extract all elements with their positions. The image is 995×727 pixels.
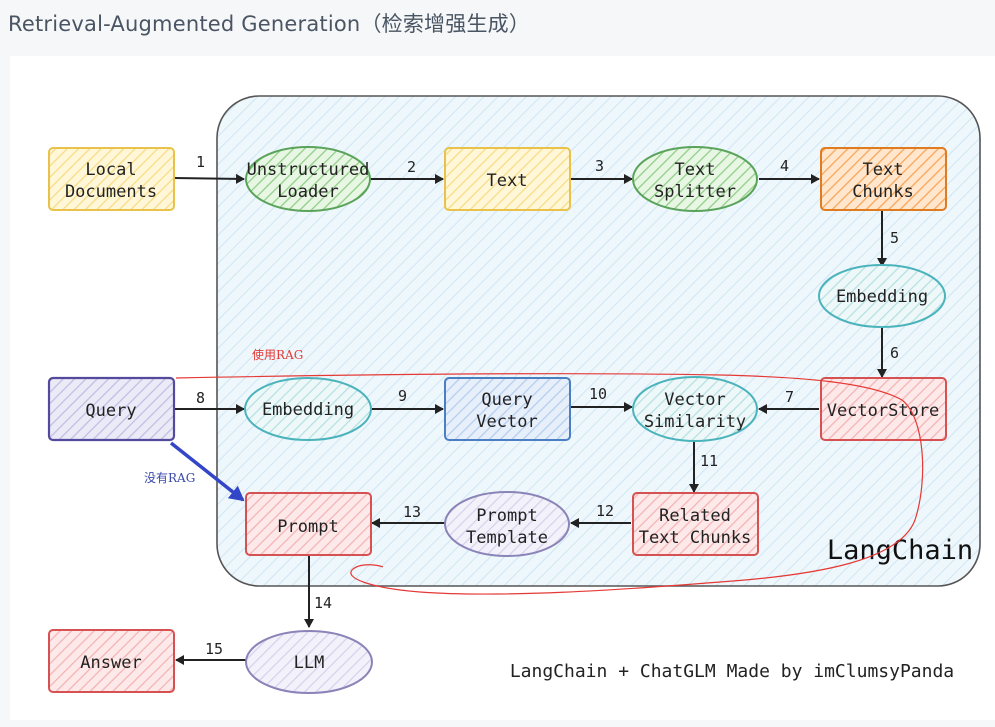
with-rag-label: 使用RAG <box>252 347 303 362</box>
node-text-chunks: Text Chunks <box>820 147 947 211</box>
node-related-text-chunks-line2: Text Chunks <box>639 528 752 548</box>
node-query-vector-line2: Vector <box>476 412 537 432</box>
node-unstructured-loader: Unstructured Loader <box>245 146 371 212</box>
node-vector-similarity-line1: Vector <box>664 390 725 410</box>
page-title: Retrieval-Augmented Generation（检索增强生成） <box>8 12 531 36</box>
rag-diagram: LangChain 1 2 3 4 5 6 7 8 9 10 11 12 13 … <box>47 95 981 694</box>
step-8: 8 <box>196 389 205 407</box>
node-embedding-query: Embedding <box>244 377 372 441</box>
step-3: 3 <box>595 157 604 175</box>
node-llm-label: LLM <box>294 653 325 673</box>
node-related-text-chunks: Related Text Chunks <box>632 492 759 556</box>
node-text-splitter-line1: Text <box>675 160 716 180</box>
diagram-credit: LangChain + ChatGLM Made by imClumsyPand… <box>510 661 954 682</box>
step-10: 10 <box>589 385 607 403</box>
node-related-text-chunks-line1: Related <box>659 506 731 526</box>
node-vectorstore-label: VectorStore <box>827 401 940 421</box>
node-text-chunks-line2: Chunks <box>852 182 913 202</box>
step-6: 6 <box>890 344 899 362</box>
node-vector-similarity-line2: Similarity <box>644 412 746 432</box>
node-vector-similarity: Vector Similarity <box>632 376 758 442</box>
node-query-label: Query <box>85 401 136 421</box>
node-text-splitter: Text Splitter <box>632 146 758 212</box>
node-query: Query <box>47 376 176 442</box>
node-query-vector-line1: Query <box>481 390 532 410</box>
step-7: 7 <box>785 388 794 406</box>
node-unstructured-loader-line2: Loader <box>277 182 338 202</box>
node-embedding-top: Embedding <box>818 264 946 328</box>
diagram-canvas: LangChain 1 2 3 4 5 6 7 8 9 10 11 12 13 … <box>10 56 995 720</box>
node-answer: Answer <box>48 629 175 693</box>
node-local-documents-line2: Documents <box>65 182 157 202</box>
step-4: 4 <box>780 157 789 175</box>
node-unstructured-loader-line1: Unstructured <box>247 160 370 180</box>
node-text-label: Text <box>487 171 528 191</box>
node-prompt-template: Prompt Template <box>444 491 570 557</box>
step-9: 9 <box>398 387 407 405</box>
node-text-chunks-line1: Text <box>863 160 904 180</box>
node-embedding-query-label: Embedding <box>262 400 354 420</box>
arrow-1 <box>173 173 245 184</box>
node-vectorstore: VectorStore <box>820 377 947 441</box>
node-llm: LLM <box>245 630 373 694</box>
node-query-vector: Query Vector <box>444 377 571 441</box>
node-local-documents: Local Documents <box>48 147 175 211</box>
node-embedding-top-label: Embedding <box>836 287 928 307</box>
node-prompt: Prompt <box>245 492 372 556</box>
step-12: 12 <box>596 502 614 520</box>
step-15: 15 <box>205 640 223 658</box>
node-prompt-template-line1: Prompt <box>476 506 537 526</box>
step-13: 13 <box>403 503 421 521</box>
step-1: 1 <box>196 153 205 171</box>
node-answer-label: Answer <box>80 653 141 673</box>
node-text: Text <box>444 147 571 211</box>
step-14: 14 <box>314 594 332 612</box>
node-text-splitter-line2: Splitter <box>654 182 736 202</box>
step-2: 2 <box>407 158 416 176</box>
step-11: 11 <box>700 452 718 470</box>
node-prompt-template-line2: Template <box>466 528 548 548</box>
without-rag-label: 没有RAG <box>144 470 195 485</box>
node-prompt-label: Prompt <box>277 517 338 537</box>
node-local-documents-line1: Local <box>85 160 136 180</box>
step-5: 5 <box>890 229 899 247</box>
